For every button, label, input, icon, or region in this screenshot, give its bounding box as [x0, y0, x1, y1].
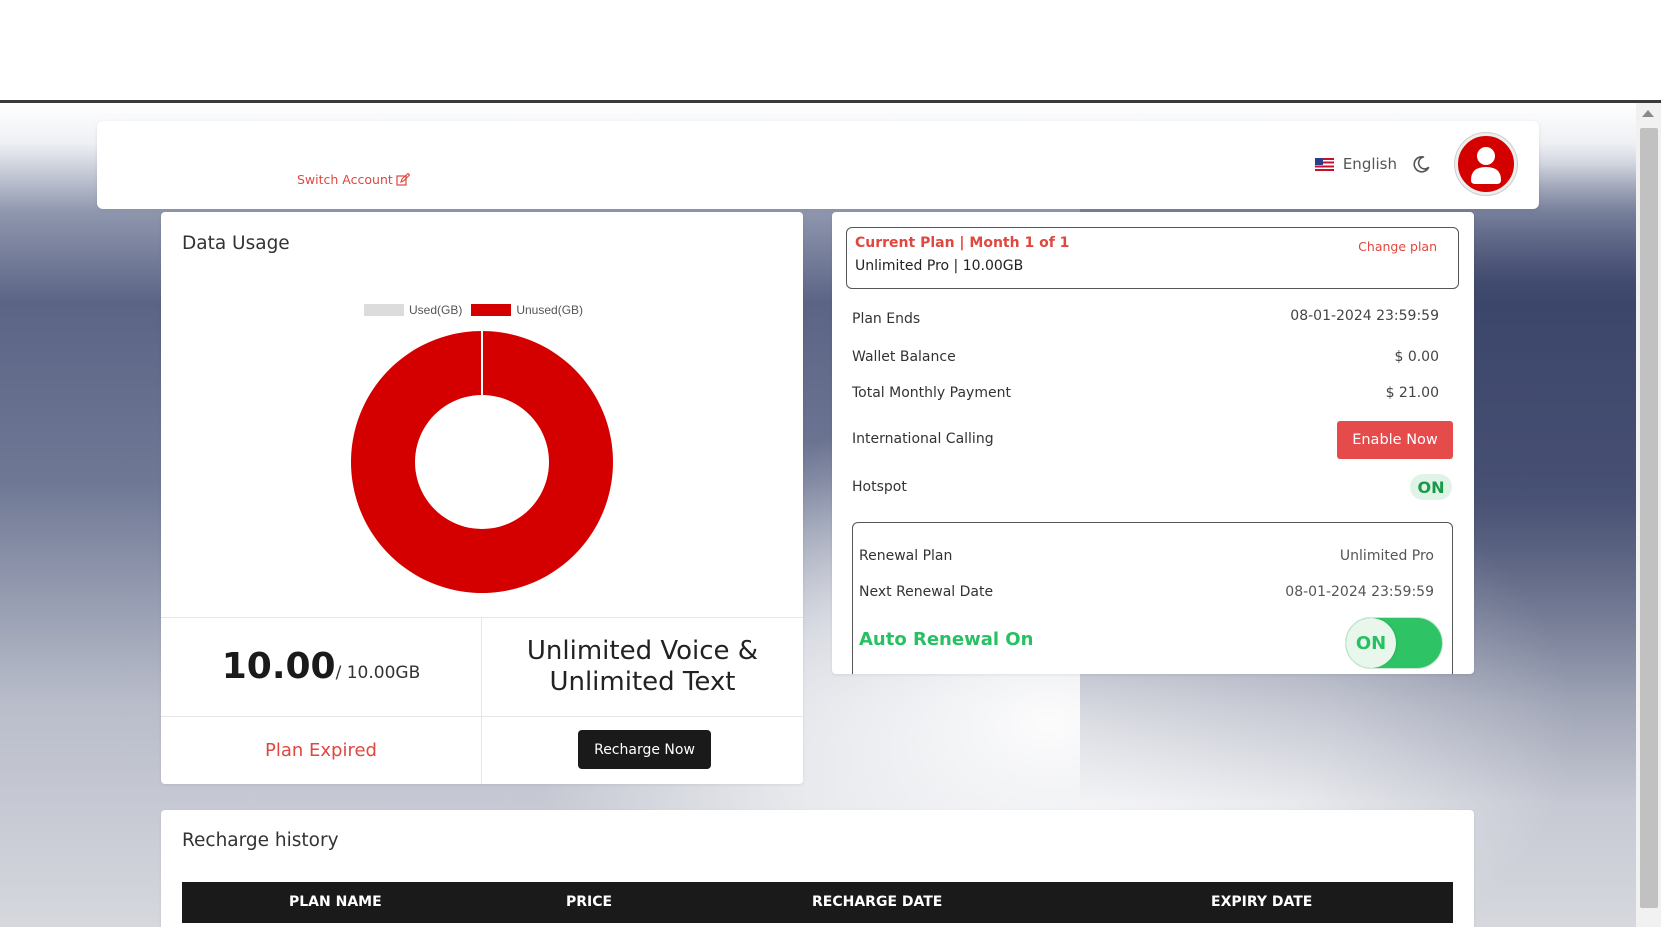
auto-renewal-toggle-label: ON [1346, 618, 1396, 668]
voice-text-info: Unlimited Voice & Unlimited Text [482, 617, 803, 716]
current-plan-label: Current Plan | Month 1 of 1 [855, 235, 1070, 251]
recharge-history-title: Recharge history [182, 830, 339, 851]
scroll-up-arrow-icon[interactable] [1642, 110, 1654, 117]
voice-text-line1: Unlimited Voice & [526, 635, 759, 666]
user-avatar-icon[interactable] [1455, 133, 1517, 195]
hotspot-label: Hotspot [852, 479, 907, 495]
edit-icon [396, 172, 410, 186]
wallet-balance-value: $ 0.00 [1394, 349, 1439, 365]
renewal-plan-value: Unlimited Pro [1339, 548, 1434, 564]
moon-icon[interactable] [1411, 154, 1431, 174]
next-renewal-label: Next Renewal Date [859, 584, 994, 600]
scrollbar-thumb[interactable] [1640, 128, 1658, 908]
header-actions: English [1314, 133, 1517, 195]
monthly-payment-value: $ 21.00 [1385, 385, 1439, 401]
wallet-balance-label: Wallet Balance [852, 349, 956, 365]
switch-account-label: Switch Account [297, 172, 393, 187]
next-renewal-value: 08-01-2024 23:59:59 [1285, 584, 1434, 600]
language-selector[interactable]: English [1343, 155, 1397, 173]
renewal-box: Renewal Plan Unlimited Pro Next Renewal … [852, 522, 1453, 674]
us-flag-icon[interactable] [1314, 157, 1334, 171]
international-calling-label: International Calling [852, 431, 994, 447]
data-remaining: 10.00 / 10.00GB [161, 617, 481, 716]
data-usage-card: Data Usage Used(GB) Unused(GB) 10.00 / 1… [161, 212, 803, 784]
renewal-plan-label: Renewal Plan [859, 548, 953, 564]
enable-now-button[interactable]: Enable Now [1337, 421, 1453, 459]
plan-details-card: Current Plan | Month 1 of 1 Unlimited Pr… [832, 212, 1474, 674]
recharge-history-card: Recharge history PLAN NAME PRICE RECHARG… [161, 810, 1474, 927]
plan-status: Plan Expired [265, 740, 377, 761]
plan-ends-value: 08-01-2024 23:59:59 [1290, 308, 1439, 324]
auto-renewal-status: Auto Renewal On [859, 629, 1034, 650]
voice-text-line2: Unlimited Text [549, 666, 736, 697]
column-recharge-date[interactable]: RECHARGE DATE [812, 894, 942, 910]
plan-ends-label: Plan Ends [852, 311, 921, 327]
hotspot-status-badge[interactable]: ON [1410, 474, 1452, 500]
column-price[interactable]: PRICE [566, 894, 612, 910]
current-plan-box: Current Plan | Month 1 of 1 Unlimited Pr… [846, 227, 1459, 289]
switch-account-link[interactable]: Switch Account [297, 172, 410, 187]
change-plan-link[interactable]: Change plan [1358, 239, 1437, 254]
auto-renewal-toggle[interactable]: ON [1345, 617, 1443, 669]
browser-top-area [0, 0, 1661, 100]
data-usage-donut-chart [350, 331, 613, 593]
recharge-now-button[interactable]: Recharge Now [578, 730, 711, 769]
data-total-value: / 10.00GB [335, 662, 421, 683]
current-plan-name: Unlimited Pro | 10.00GB [855, 258, 1024, 274]
column-expiry-date[interactable]: EXPIRY DATE [1211, 894, 1312, 910]
monthly-payment-label: Total Monthly Payment [852, 385, 1011, 401]
top-header: Switch Account English [97, 121, 1539, 209]
data-remaining-value: 10.00 [221, 646, 336, 687]
recharge-history-table-header: PLAN NAME PRICE RECHARGE DATE EXPIRY DAT… [182, 882, 1453, 923]
column-plan-name[interactable]: PLAN NAME [289, 894, 382, 910]
